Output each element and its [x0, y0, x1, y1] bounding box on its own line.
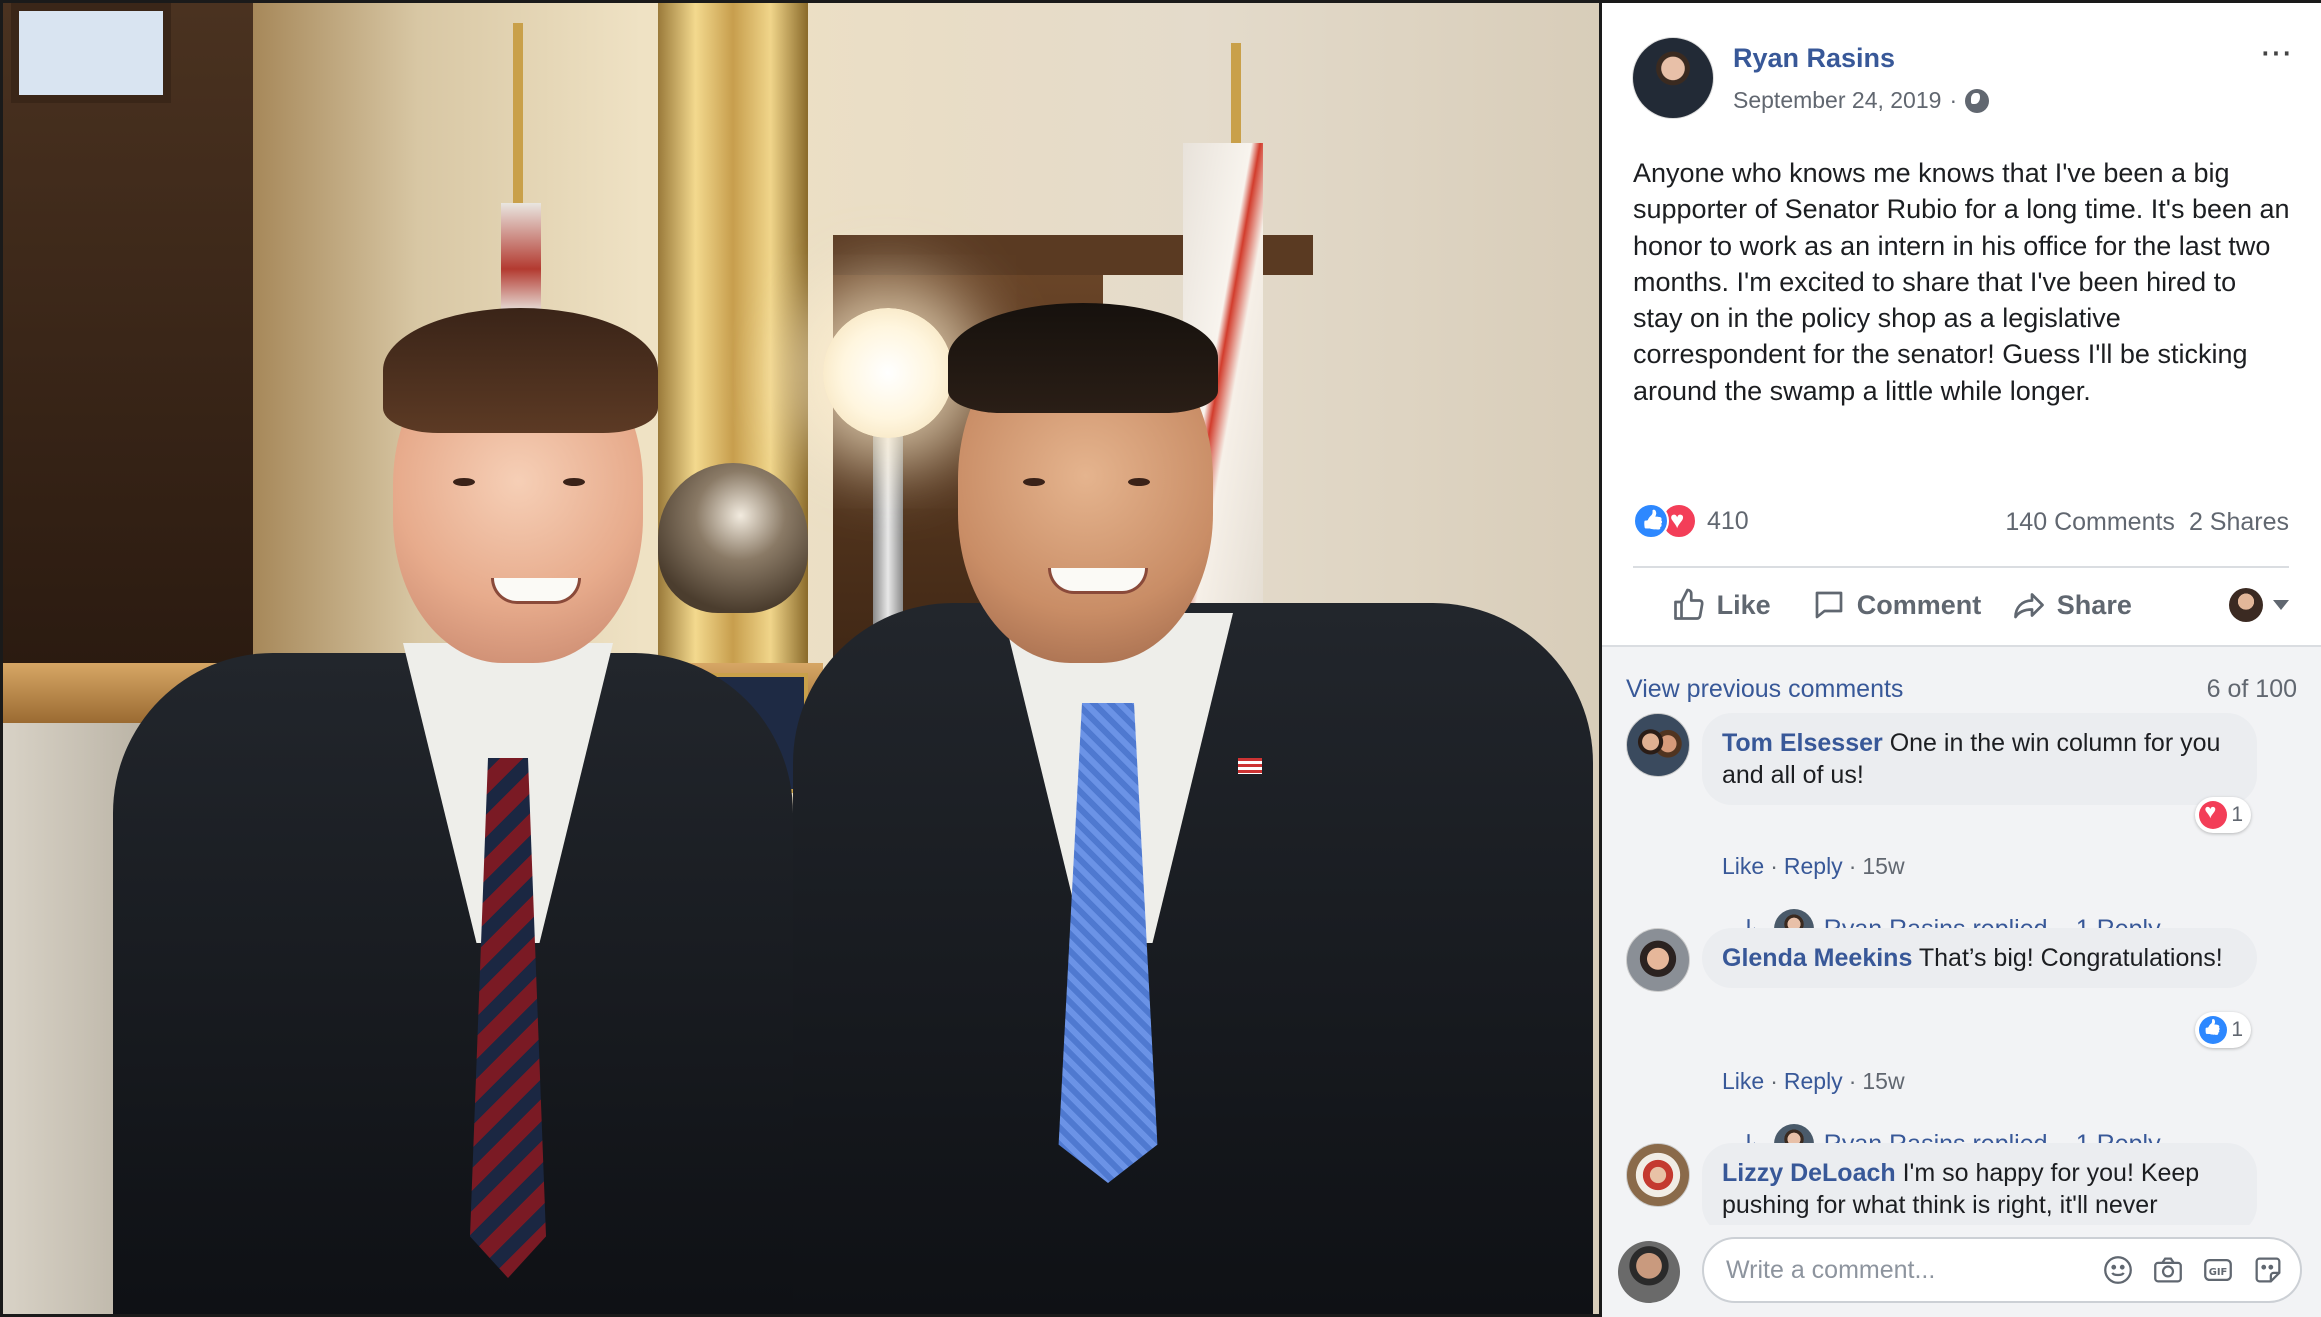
separator: ·	[1848, 1068, 1857, 1094]
comment-reaction-badge[interactable]: 1	[2195, 1012, 2251, 1048]
comment-actions: Like · Reply · 15w	[1722, 853, 1905, 880]
like-button[interactable]: Like	[1633, 587, 1808, 623]
share-label: Share	[2056, 589, 2132, 620]
globe-icon[interactable]	[1965, 88, 1990, 113]
reactions-summary[interactable]: 410	[1633, 501, 1749, 541]
comment-text: That’s big! Congratulations!	[1918, 944, 2223, 972]
share-icon	[2013, 593, 2044, 619]
divider	[1633, 566, 2289, 568]
commenter-name[interactable]: Tom Elsesser	[1722, 729, 1883, 757]
sticker-icon[interactable]	[2251, 1253, 2285, 1287]
comment-actions: Like · Reply · 15w	[1722, 1068, 1905, 1095]
comment-label: Comment	[1856, 589, 1982, 620]
comment-bubble: Glenda Meekins That’s big! Congratulatio…	[1702, 928, 2257, 988]
author-name[interactable]: Ryan Rasins	[1733, 43, 1895, 74]
post-date[interactable]: September 24, 2019	[1733, 87, 1941, 114]
caret-down-icon	[2272, 600, 2289, 610]
separator: ·	[1770, 1068, 1778, 1094]
post-text: Anyone who knows me knows that I've been…	[1633, 158, 2290, 406]
svg-text:GIF: GIF	[2209, 1267, 2228, 1278]
separator: ·	[1848, 853, 1857, 879]
comment-composer: GIF	[1602, 1225, 2321, 1317]
photo-lamp	[823, 308, 953, 438]
comment-reaction-badge[interactable]: 1	[2195, 797, 2251, 833]
photo-window	[11, 3, 171, 103]
photo-door	[3, 3, 253, 683]
viewer-avatar[interactable]	[1618, 1241, 1680, 1303]
like-reaction-icon	[1633, 503, 1669, 539]
emoji-icon[interactable]	[2101, 1253, 2135, 1287]
view-previous-comments-link[interactable]: View previous comments	[1626, 675, 1903, 704]
post-panel: Ryan Rasins September 24, 2019 · ··· Any…	[1602, 0, 2321, 1317]
reaction-count: 410	[1707, 506, 1749, 535]
thumbs-up-icon	[1673, 588, 1704, 620]
post-meta: September 24, 2019 ·	[1733, 87, 1990, 114]
commenter-name[interactable]: Glenda Meekins	[1722, 944, 1912, 972]
comment-reaction-count: 1	[2231, 803, 2243, 826]
camera-icon[interactable]	[2151, 1253, 2185, 1287]
like-reaction-icon	[2199, 1016, 2228, 1044]
gif-icon[interactable]: GIF	[2201, 1253, 2235, 1287]
post-as-selector[interactable]	[2159, 588, 2289, 622]
commenter-avatar[interactable]	[1626, 1143, 1690, 1207]
share-button[interactable]: Share	[1984, 587, 2159, 623]
comments-section: View previous comments 6 of 100 Tom Else…	[1602, 645, 2321, 1225]
commenter-avatar[interactable]	[1626, 928, 1690, 992]
photo-flag	[501, 203, 541, 313]
commenter-name[interactable]: Lizzy DeLoach	[1722, 1159, 1896, 1187]
author-avatar[interactable]	[1632, 37, 1714, 119]
viewer-avatar	[2228, 588, 2263, 622]
comment-icon	[1815, 591, 1843, 619]
comment-reaction-count: 1	[2231, 1018, 2243, 1041]
composer-icons: GIF	[2101, 1253, 2285, 1287]
comment-reply-link[interactable]: Reply	[1784, 1068, 1843, 1095]
comment-count-link[interactable]: 140 Comments	[2005, 508, 2175, 537]
comment-button[interactable]: Comment	[1808, 587, 1983, 623]
comment-reply-link[interactable]: Reply	[1784, 853, 1843, 880]
comment-like-link[interactable]: Like	[1722, 1068, 1764, 1095]
more-options-button[interactable]: ···	[2259, 33, 2293, 71]
comment-like-link[interactable]: Like	[1722, 853, 1764, 880]
photo-eagle-statue	[658, 463, 808, 613]
love-reaction-icon	[2199, 801, 2228, 829]
engagement-summary: 140 Comments 2 Shares	[2005, 508, 2289, 537]
like-label: Like	[1716, 589, 1771, 620]
separator: ·	[1770, 853, 1778, 879]
comment-timestamp[interactable]: 15w	[1862, 853, 1904, 880]
share-count-link[interactable]: 2 Shares	[2189, 508, 2289, 537]
comment-timestamp[interactable]: 15w	[1862, 1068, 1904, 1095]
post-photo[interactable]	[0, 0, 1602, 1317]
commenter-avatar[interactable]	[1626, 713, 1690, 777]
comment-bubble: Lizzy DeLoach I'm so happy for you! Keep…	[1702, 1143, 2257, 1225]
post-actions: Like Comment Share	[1633, 575, 2289, 635]
comment-bubble: Tom Elsesser One in the win column for y…	[1702, 713, 2257, 805]
comments-count-indicator: 6 of 100	[2206, 675, 2297, 703]
meta-separator: ·	[1949, 87, 1958, 113]
